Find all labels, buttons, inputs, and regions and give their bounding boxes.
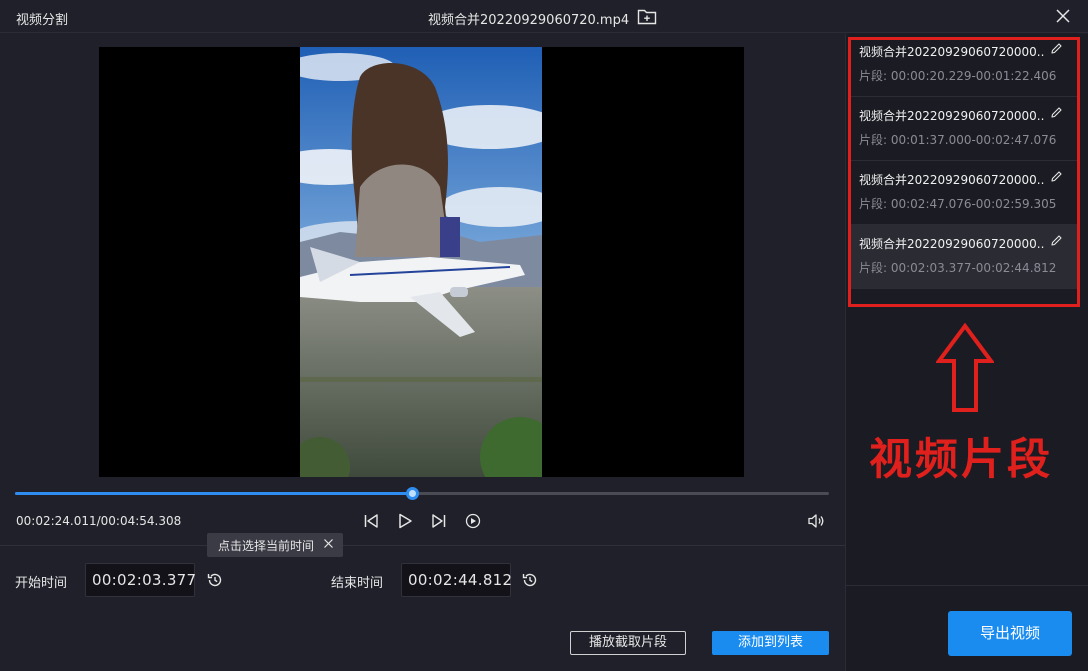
- file-title: 视频合并20220929060720.mp4: [428, 13, 630, 28]
- annotation-highlight-box: [848, 37, 1080, 307]
- up-arrow-icon: [936, 323, 994, 412]
- app-title: 视频分割: [16, 13, 69, 28]
- play-clip-button[interactable]: 播放截取片段: [570, 631, 686, 655]
- playback-speed-icon[interactable]: [464, 512, 482, 530]
- title-bar: 视频分割 视频合并20220929060720.mp4: [0, 0, 1088, 33]
- history-icon[interactable]: [206, 571, 224, 589]
- video-frame-image: [300, 47, 542, 477]
- folder-plus-icon[interactable]: [637, 8, 657, 25]
- tooltip-text: 点击选择当前时间: [218, 539, 315, 553]
- tooltip-close-icon[interactable]: [323, 538, 334, 549]
- add-to-list-button[interactable]: 添加到列表: [712, 631, 829, 655]
- progress-fill: [15, 492, 413, 495]
- end-time-input[interactable]: 00:02:44.812: [401, 563, 512, 597]
- progress-track[interactable]: [15, 487, 829, 500]
- current-time-tooltip: 点击选择当前时间: [207, 533, 343, 557]
- close-icon[interactable]: [1055, 8, 1071, 24]
- volume-icon[interactable]: [807, 512, 825, 530]
- start-time-input[interactable]: 00:02:03.377: [85, 563, 196, 597]
- progress-thumb[interactable]: [406, 487, 420, 500]
- history-icon[interactable]: [521, 571, 539, 589]
- end-time-label: 结束时间: [331, 576, 384, 591]
- start-time-label: 开始时间: [15, 576, 68, 591]
- time-readout: 00:02:24.011/00:04:54.308: [16, 514, 182, 528]
- skip-back-icon[interactable]: [362, 512, 380, 530]
- annotation-label: 视频片段: [869, 435, 1053, 485]
- video-preview[interactable]: [99, 47, 744, 477]
- skip-forward-icon[interactable]: [430, 512, 448, 530]
- divider: [845, 585, 1088, 586]
- play-icon[interactable]: [396, 512, 414, 530]
- divider: [0, 545, 845, 546]
- export-video-button[interactable]: 导出视频: [948, 611, 1072, 656]
